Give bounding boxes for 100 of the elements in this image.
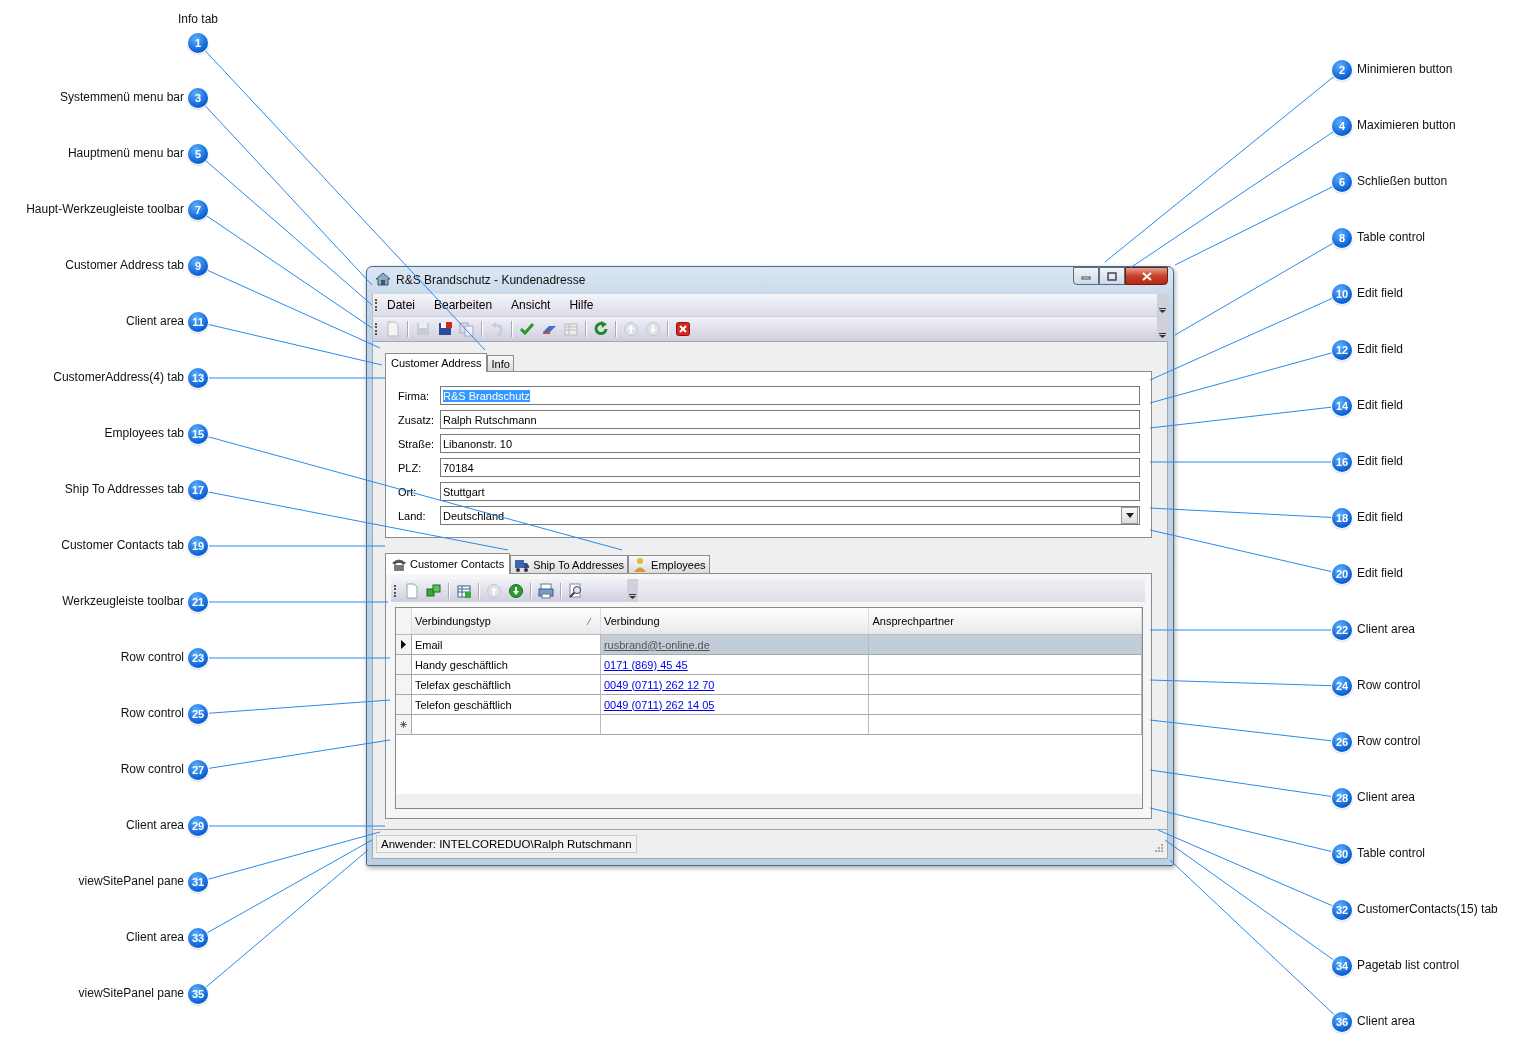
callout-badge: 23 xyxy=(188,648,208,668)
close-icon[interactable] xyxy=(675,321,691,337)
link[interactable]: 0171 (869) 45 45 xyxy=(603,658,688,671)
current-row-icon xyxy=(400,640,406,649)
callout-badge: 26 xyxy=(1332,732,1352,752)
new-row-icon xyxy=(399,721,407,728)
callout-label: Row control xyxy=(120,762,184,776)
callout-badge: 13 xyxy=(188,368,208,388)
input-field[interactable]: Ralph Rutschmann xyxy=(440,410,1140,429)
callout-badge: 27 xyxy=(188,760,208,780)
close-button[interactable] xyxy=(1125,267,1168,285)
callout-badge: 5 xyxy=(188,144,208,164)
callout-label: Systemmenü menu bar xyxy=(59,90,184,104)
overflow-icon[interactable] xyxy=(629,592,636,600)
dropdown-field[interactable]: Deutschland xyxy=(440,506,1140,525)
tab[interactable]: Ship To Addresses xyxy=(510,555,629,573)
tab[interactable]: Employees xyxy=(628,555,710,573)
callout-label: Edit field xyxy=(1357,398,1404,412)
callout-label: Hauptmenü menu bar xyxy=(67,146,184,160)
callout-badge: 1 xyxy=(188,33,208,53)
callout-label: Edit field xyxy=(1357,566,1404,580)
callout-label: Table control xyxy=(1357,230,1426,244)
maximize-icon xyxy=(1107,271,1117,281)
callout-badge: 35 xyxy=(188,984,208,1004)
tab[interactable]: Customer Contacts xyxy=(385,553,511,574)
callout-badge: 17 xyxy=(188,480,208,500)
table-row[interactable]: Telefax geschäftlich 0049 (0711) 262 12 70 xyxy=(396,675,1142,695)
callout-badge: 28 xyxy=(1332,788,1352,808)
callout-badge: 32 xyxy=(1332,900,1352,920)
field-label: Land: xyxy=(398,509,427,522)
callout-label: Haupt-Werkzeugleiste toolbar xyxy=(26,202,184,216)
status-text: Anwender: INTELCOREDUO\Ralph Rutschmann xyxy=(376,835,637,853)
field-label: PLZ: xyxy=(398,461,423,474)
copy-icon[interactable] xyxy=(459,321,475,337)
callout-badge: 18 xyxy=(1332,508,1352,528)
callout-badge: 15 xyxy=(188,424,208,444)
input-field[interactable]: Libanonstr. 10 xyxy=(440,434,1140,453)
callout-label: Info tab xyxy=(177,12,219,26)
sort-icon[interactable] xyxy=(585,618,592,625)
callout-badge: 24 xyxy=(1332,676,1352,696)
callout-label: Client area xyxy=(125,818,184,832)
link[interactable]: 0049 (0711) 262 12 70 xyxy=(603,678,715,691)
callout-badge: 12 xyxy=(1332,340,1352,360)
tab[interactable]: Info xyxy=(487,355,514,371)
menu-item[interactable]: Datei xyxy=(385,298,417,312)
field-label: Firma: xyxy=(398,389,431,402)
refresh-icon[interactable] xyxy=(593,321,609,337)
callout-label: Row control xyxy=(120,706,184,720)
callout-label: Minimieren button xyxy=(1357,62,1453,76)
callout-label: Schließen button xyxy=(1357,174,1448,188)
column-header[interactable]: Verbindungstyp xyxy=(411,608,601,634)
menu-item[interactable]: Ansicht xyxy=(509,298,553,312)
column-header[interactable]: Verbindung xyxy=(600,608,870,634)
field-label: Straße: xyxy=(398,437,436,450)
scrollbar-track[interactable] xyxy=(396,794,1142,808)
table-icon[interactable] xyxy=(456,582,472,599)
callout-badge: 4 xyxy=(1332,116,1352,136)
callout-badge: 31 xyxy=(188,872,208,892)
row-header[interactable] xyxy=(396,635,412,655)
input-field[interactable]: 70184 xyxy=(440,458,1140,477)
callout-badge: 8 xyxy=(1332,228,1352,248)
maximize-button[interactable] xyxy=(1099,267,1125,285)
callout-badge: 19 xyxy=(188,536,208,556)
callout-label: Table control xyxy=(1357,846,1426,860)
table-row[interactable] xyxy=(396,715,1142,735)
overflow-icon[interactable] xyxy=(1159,306,1166,314)
input-field[interactable]: Stuttgart xyxy=(440,482,1140,501)
callout-label: Client area xyxy=(125,930,184,944)
resize-grip-icon[interactable] xyxy=(1155,844,1163,852)
tab[interactable]: Customer Address xyxy=(385,353,488,372)
link[interactable]: 0049 (0711) 262 14 05 xyxy=(603,698,715,711)
callout-label: Client area xyxy=(1357,790,1416,804)
overflow-icon[interactable] xyxy=(1159,331,1166,339)
callout-label: Werkzeugleiste toolbar xyxy=(62,594,184,608)
person-icon xyxy=(632,556,649,573)
callout-badge: 9 xyxy=(188,256,208,276)
table-row[interactable]: Telefon geschäftlich 0049 (0711) 262 14 05 xyxy=(396,695,1142,715)
callout-badge: 34 xyxy=(1332,956,1352,976)
house-icon[interactable] xyxy=(375,270,391,287)
magnifier-icon[interactable] xyxy=(568,582,584,599)
table-row[interactable]: Handy geschäftlich 0171 (869) 45 45 xyxy=(396,655,1142,675)
callout-label: Customer Address tab xyxy=(65,258,184,272)
callout-label: Client area xyxy=(1357,622,1416,636)
callout-label: viewSitePanel pane xyxy=(78,986,184,1000)
callout-badge: 30 xyxy=(1332,844,1352,864)
callout-badge: 10 xyxy=(1332,284,1352,304)
checkmark-icon[interactable] xyxy=(519,321,535,337)
callout-badge: 22 xyxy=(1332,620,1352,640)
table-row[interactable]: Email rusbrand@t-online.de xyxy=(396,635,1142,655)
callout-badge: 16 xyxy=(1332,452,1352,472)
printer-icon[interactable] xyxy=(538,582,554,599)
minimize-button[interactable] xyxy=(1073,267,1099,285)
document-icon[interactable] xyxy=(404,582,420,599)
callout-label: CustomerContacts(15) tab xyxy=(1357,902,1498,916)
column-header[interactable]: Ansprechpartner xyxy=(869,608,1142,634)
caret-icon[interactable] xyxy=(1125,513,1134,518)
callout-label: Ship To Addresses tab xyxy=(64,482,184,496)
callout-label: Client area xyxy=(125,314,184,328)
menu-item[interactable]: Hilfe xyxy=(567,298,596,312)
cubes-icon[interactable] xyxy=(426,582,442,599)
